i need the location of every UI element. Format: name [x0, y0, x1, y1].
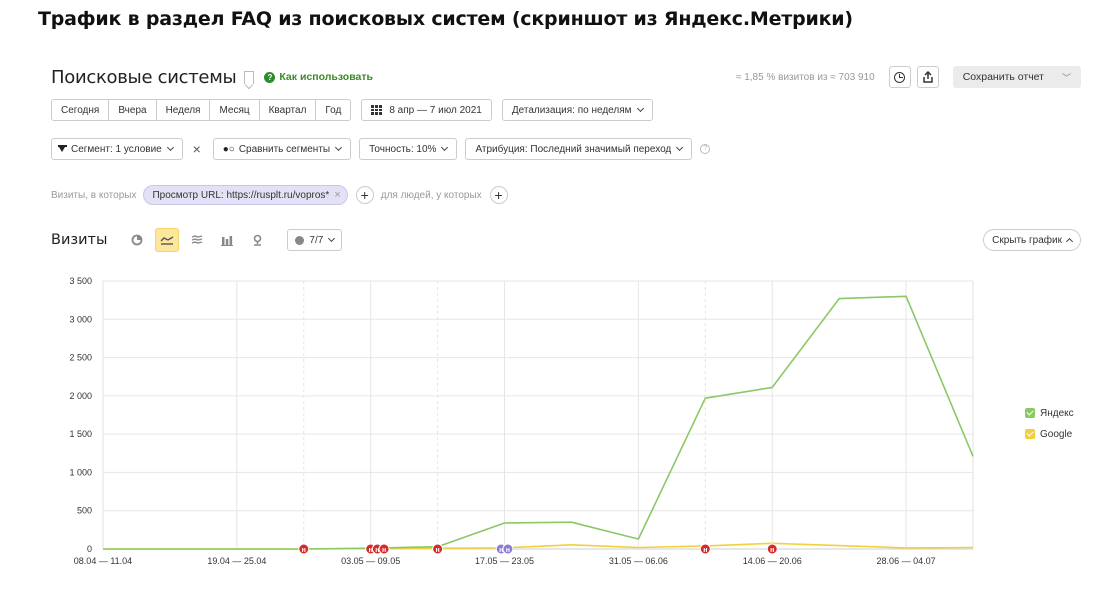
header-actions: ≈ 1,85 % визитов из ≈ 703 910 Сохранить … [736, 66, 1081, 88]
howto-link[interactable]: ? Как использовать [264, 71, 373, 83]
x-tick-label: 14.06 — 20.06 [743, 556, 802, 566]
x-tick-label: 08.04 — 11.04 [74, 556, 132, 566]
pie-chart-icon[interactable] [125, 228, 149, 252]
calendar-icon [371, 105, 383, 115]
period-buttons: Сегодня Вчера Неделя Месяц Квартал Год [51, 99, 352, 121]
compare-segments-dropdown[interactable]: ●○ Сравнить сегменты [212, 138, 352, 160]
help-icon[interactable]: ? [700, 144, 711, 154]
series-count: 7/7 [309, 234, 324, 246]
visits-chart: 0 500 1 000 1 500 2 000 2 500 3 000 3 500 08.04 … [69, 276, 974, 566]
add-people-condition-button[interactable]: + [489, 186, 508, 204]
legend-item-google[interactable]: Google [1025, 427, 1074, 441]
hide-chart-button[interactable]: Скрыть график [983, 229, 1081, 251]
chevron-down-icon: ﹀ [1061, 72, 1071, 83]
y-tick-label: 3 000 [69, 314, 92, 324]
chart-header: Визиты 7/7 Скрыть график [51, 228, 1081, 252]
annotation-marker-label: н [382, 547, 386, 554]
chevron-down-icon [328, 234, 336, 243]
period-month[interactable]: Месяц [209, 99, 260, 121]
url-condition-label: Просмотр URL: https://rusplt.ru/vopros* [152, 189, 330, 201]
clear-segment-button[interactable]: × [189, 141, 205, 157]
period-quarter[interactable]: Квартал [258, 99, 317, 121]
y-tick-label: 2 000 [69, 391, 92, 401]
page-title: Поисковые системы [51, 66, 237, 88]
period-yesterday[interactable]: Вчера [108, 99, 157, 121]
hide-chart-label: Скрыть график [992, 234, 1062, 246]
chevron-down-icon [636, 104, 644, 113]
compare-label: Сравнить сегменты [238, 143, 331, 155]
chevron-up-icon [1065, 237, 1074, 246]
period-toolbar: Сегодня Вчера Неделя Месяц Квартал Год 8… [51, 99, 653, 121]
report-header: Поисковые системы ? Как использовать ≈ 1… [51, 64, 1081, 90]
detail-dropdown[interactable]: Детализация: по неделям [501, 99, 653, 121]
chevron-down-icon [676, 143, 684, 152]
period-year[interactable]: Год [315, 99, 352, 121]
attribution-label: Атрибуция: Последний значимый переход [475, 143, 672, 155]
series-line-google [103, 542, 974, 550]
segment-conditions: Визиты, в которых Просмотр URL: https://… [51, 184, 515, 206]
segment-dropdown[interactable]: Сегмент: 1 условие [51, 138, 183, 160]
x-tick-label: 28.06 — 04.07 [877, 556, 936, 566]
bookmark-icon[interactable] [244, 70, 255, 84]
chart-title: Визиты [51, 232, 108, 248]
close-icon[interactable]: × [334, 189, 340, 201]
chevron-down-icon [441, 143, 449, 152]
checkbox-icon [1025, 429, 1035, 439]
accuracy-label: Точность: 10% [369, 143, 437, 155]
attribution-dropdown[interactable]: Атрибуция: Последний значимый переход [465, 138, 693, 160]
add-visit-condition-button[interactable]: + [355, 186, 374, 204]
y-tick-label: 1 500 [69, 429, 92, 439]
history-button[interactable] [888, 66, 911, 88]
date-range-picker[interactable]: 8 апр — 7 июл 2021 [361, 99, 492, 121]
x-tick-label: 19.04 — 25.04 [207, 556, 266, 566]
share-icon [922, 70, 933, 83]
period-week[interactable]: Неделя [155, 99, 211, 121]
legend-label-yandex: Яндекс [1040, 407, 1074, 419]
annotation-marker-label: н [435, 547, 439, 554]
annotation-marker-label: н [703, 547, 707, 554]
legend-item-yandex[interactable]: Яндекс [1025, 406, 1074, 420]
date-range-label: 8 апр — 7 июл 2021 [389, 104, 482, 116]
clock-icon [894, 71, 906, 83]
accuracy-dropdown[interactable]: Точность: 10% [359, 138, 458, 160]
checkbox-icon [1025, 408, 1035, 418]
chart-legend: Яндекс Google [1025, 406, 1074, 448]
conditions-prefix: Визиты, в которых [51, 189, 137, 201]
question-icon: ? [264, 71, 276, 83]
y-tick-label: 500 [77, 506, 92, 516]
x-tick-label: 17.05 — 23.05 [475, 556, 534, 566]
filter-icon [58, 145, 67, 153]
save-report-label: Сохранить отчет [962, 71, 1044, 83]
area-chart-icon[interactable] [185, 228, 209, 252]
map-chart-icon[interactable] [245, 228, 269, 252]
series-icon [295, 235, 305, 245]
howto-label: Как использовать [279, 71, 373, 83]
x-tick-label: 03.05 — 09.05 [341, 556, 400, 566]
compare-icon: ●○ [222, 143, 235, 155]
segment-label: Сегмент: 1 условие [71, 143, 162, 155]
save-report-button[interactable]: Сохранить отчет ﹀ [952, 66, 1081, 88]
legend-label-google: Google [1040, 428, 1073, 440]
detail-label: Детализация: по неделям [511, 104, 632, 116]
url-condition-chip[interactable]: Просмотр URL: https://rusplt.ru/vopros* … [143, 185, 348, 205]
annotation-marker-label: н [302, 547, 306, 554]
period-today[interactable]: Сегодня [51, 99, 110, 121]
x-tick-label: 31.05 — 06.06 [609, 556, 668, 566]
annotation-marker-label: н [770, 547, 774, 554]
bar-chart-icon[interactable] [215, 228, 239, 252]
annotation-marker-label: н [506, 547, 510, 554]
page-caption: Трафик в раздел FAQ из поисковых систем … [38, 8, 853, 30]
line-chart-icon[interactable] [155, 228, 180, 252]
series-selector[interactable]: 7/7 [287, 229, 343, 251]
visits-share: ≈ 1,85 % визитов из ≈ 703 910 [735, 71, 875, 83]
chevron-down-icon [166, 143, 174, 152]
y-tick-label: 3 500 [69, 276, 92, 286]
y-tick-label: 0 [87, 544, 92, 554]
filters-toolbar: Сегмент: 1 условие × ●○ Сравнить сегмент… [51, 138, 711, 160]
chevron-down-icon [335, 143, 343, 152]
export-button[interactable] [916, 66, 939, 88]
y-tick-label: 1 000 [69, 467, 92, 477]
people-conditions-label: для людей, у которых [380, 189, 482, 201]
y-tick-label: 2 500 [69, 353, 92, 363]
